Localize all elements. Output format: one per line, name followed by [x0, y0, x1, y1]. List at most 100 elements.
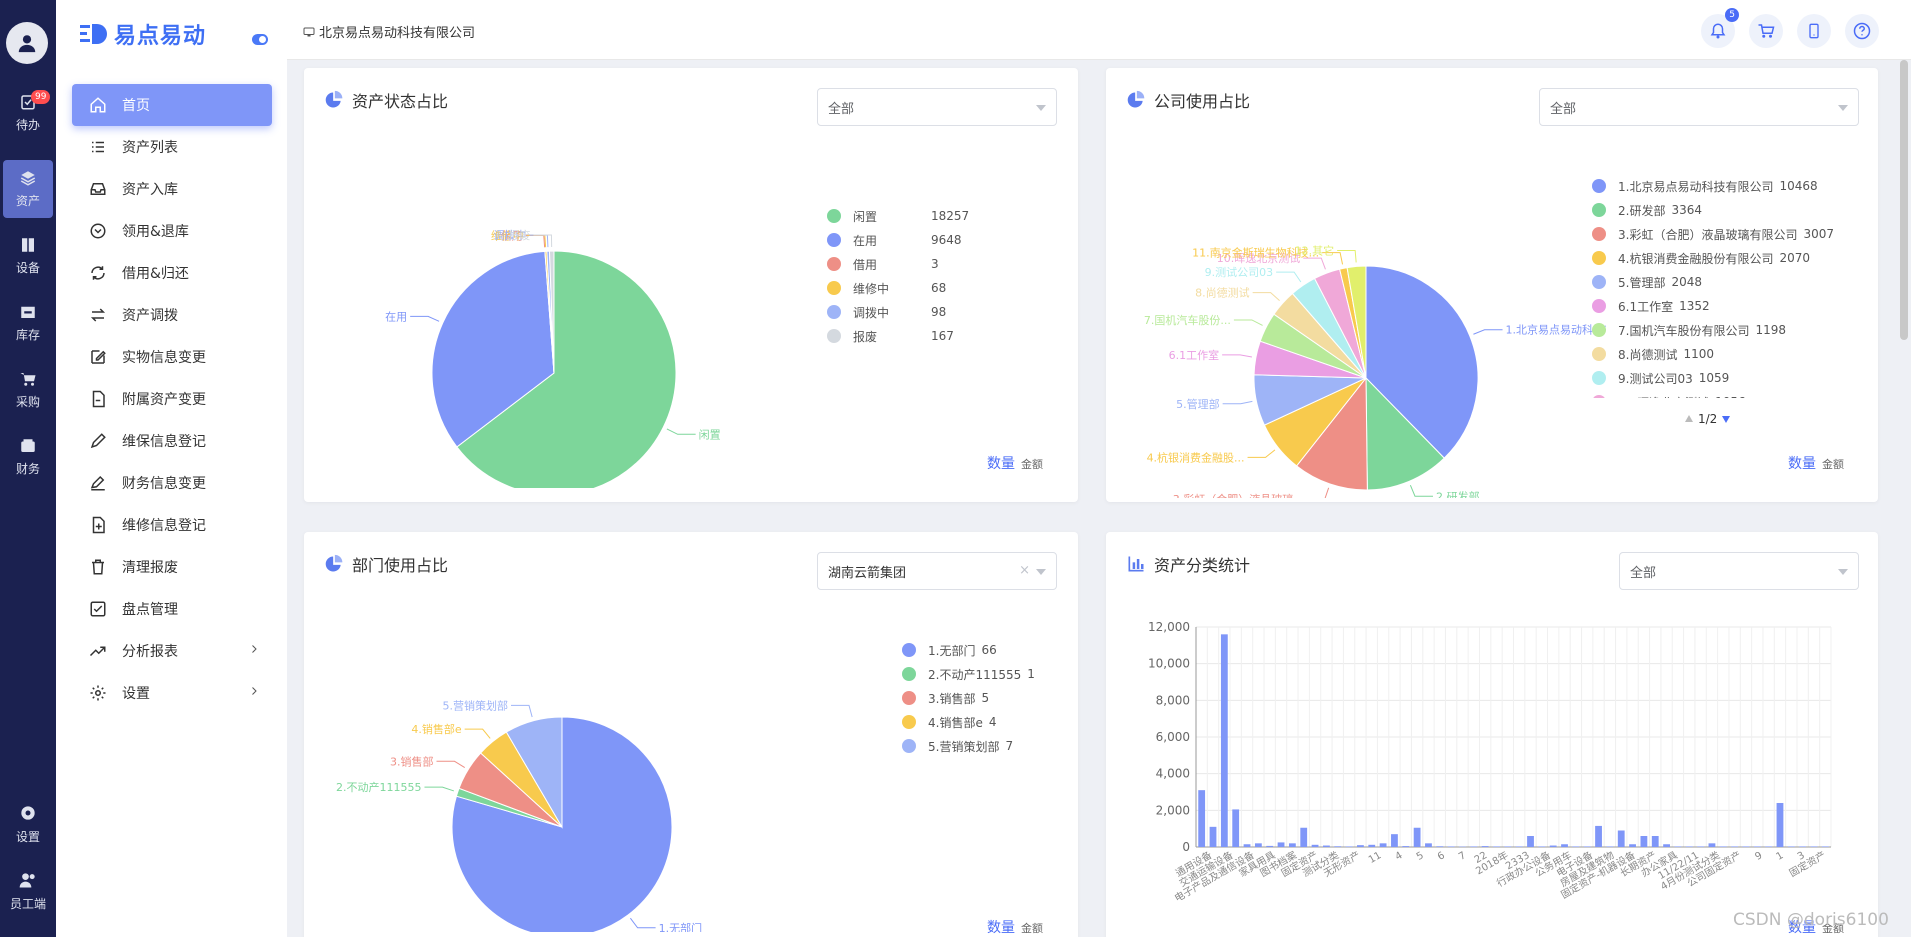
bar[interactable]	[1527, 836, 1534, 847]
legend-item[interactable]: 6.1工作室 1352	[1592, 294, 1834, 318]
brand-logo[interactable]: 易点易动	[80, 18, 206, 50]
legend-item[interactable]: 借用 3	[827, 252, 969, 276]
menu-item-1[interactable]: 资产列表	[72, 126, 272, 168]
legend-item[interactable]: 2.不动产111555 1	[902, 662, 1035, 686]
bar[interactable]	[1425, 843, 1432, 847]
bar[interactable]	[1504, 846, 1512, 847]
rail-item-todo[interactable]: 99 待办	[3, 84, 53, 142]
legend-item[interactable]: 8.尚德测试 1100	[1592, 342, 1834, 366]
legend-item[interactable]: 报废 167	[827, 324, 969, 348]
bar[interactable]	[1561, 844, 1568, 847]
dept-filter-select[interactable]: 湖南云箭集团 ×	[817, 552, 1057, 590]
legend-item[interactable]: 调拨中 98	[827, 300, 969, 324]
menu-item-3[interactable]: 领用&退库	[72, 210, 272, 252]
bar[interactable]	[1663, 844, 1670, 847]
legend-item[interactable]: 3.彩虹（合肥）液晶玻璃有限公司 3007	[1592, 222, 1834, 246]
bar[interactable]	[1753, 846, 1761, 847]
caret-up-icon[interactable]	[1684, 414, 1694, 424]
bar[interactable]	[1572, 846, 1580, 847]
bar[interactable]	[1470, 846, 1478, 847]
bar[interactable]	[1493, 846, 1500, 847]
bar[interactable]	[1266, 845, 1274, 847]
legend-item[interactable]: 1.无部门 66	[902, 638, 1035, 662]
bar[interactable]	[1447, 846, 1455, 847]
menu-item-2[interactable]: 资产入库	[72, 168, 272, 210]
bar[interactable]	[1719, 846, 1727, 847]
bar[interactable]	[1583, 846, 1591, 847]
menu-item-5[interactable]: 资产调拨	[72, 294, 272, 336]
rail-item-finance[interactable]: 财务	[3, 428, 53, 486]
bar[interactable]	[1243, 844, 1251, 847]
bar[interactable]	[1765, 846, 1773, 847]
bar[interactable]	[1810, 846, 1818, 847]
caret-down-icon[interactable]	[1721, 414, 1731, 424]
bar[interactable]	[1731, 846, 1739, 847]
menu-item-11[interactable]: 清理报废	[72, 546, 272, 588]
bar[interactable]	[1345, 846, 1353, 847]
bar[interactable]	[1697, 846, 1704, 847]
menu-item-8[interactable]: 维保信息登记	[72, 420, 272, 462]
bar[interactable]	[1776, 803, 1784, 847]
bar[interactable]	[1436, 846, 1444, 847]
bar[interactable]	[1617, 830, 1625, 848]
bar[interactable]	[1232, 809, 1240, 847]
menu-item-4[interactable]: 借用&归还	[72, 252, 272, 294]
menu-item-14[interactable]: 设置	[72, 672, 272, 714]
bar[interactable]	[1629, 844, 1636, 847]
legend-item[interactable]: 维修中 68	[827, 276, 969, 300]
bar[interactable]	[1538, 846, 1546, 847]
bar[interactable]	[1481, 846, 1489, 847]
cart-button[interactable]	[1749, 14, 1783, 48]
bar[interactable]	[1595, 825, 1602, 847]
menu-item-10[interactable]: 维修信息登记	[72, 504, 272, 546]
bar[interactable]	[1821, 846, 1829, 847]
bar[interactable]	[1674, 846, 1682, 847]
bar[interactable]	[1413, 827, 1421, 847]
legend-item[interactable]: 5.营销策划部 7	[902, 734, 1035, 758]
bar[interactable]	[1799, 846, 1807, 847]
bar[interactable]	[1209, 826, 1217, 847]
category-filter-select[interactable]: 全部	[1619, 552, 1859, 590]
metric-toggle[interactable]: 数量 金额	[1788, 453, 1844, 473]
legend-pager[interactable]: 1/2	[1684, 412, 1731, 426]
bar[interactable]	[1334, 846, 1342, 847]
metric-toggle[interactable]: 数量 金额	[987, 917, 1043, 937]
bar[interactable]	[1391, 834, 1398, 847]
notification-button[interactable]: 5	[1701, 8, 1739, 48]
bar[interactable]	[1787, 846, 1795, 847]
rail-item-purchase[interactable]: 采购	[3, 361, 53, 419]
bar[interactable]	[1651, 836, 1659, 847]
avatar[interactable]	[6, 22, 48, 64]
bar[interactable]	[1311, 844, 1319, 847]
rail-item-device[interactable]: 设备	[3, 227, 53, 285]
company-switcher[interactable]: 北京易点易动科技有限公司	[303, 22, 475, 41]
menu-item-7[interactable]: 附属资产变更	[72, 378, 272, 420]
legend-item[interactable]: 9.测试公司03 1059	[1592, 366, 1834, 390]
page-scrollbar[interactable]	[1900, 60, 1908, 340]
status-filter-select[interactable]: 全部	[817, 88, 1057, 126]
help-button[interactable]	[1845, 14, 1879, 48]
bar[interactable]	[1323, 845, 1330, 847]
legend-item[interactable]: 3.销售部 5	[902, 686, 1035, 710]
bar[interactable]	[1379, 843, 1387, 847]
bar[interactable]	[1685, 846, 1693, 847]
bar[interactable]	[1277, 842, 1285, 847]
rail-item-settings[interactable]: 设置	[3, 795, 53, 853]
metric-toggle[interactable]: 数量 金额	[987, 453, 1043, 473]
company-filter-select[interactable]: 全部	[1539, 88, 1859, 126]
bar[interactable]	[1220, 634, 1228, 847]
bar[interactable]	[1640, 836, 1648, 847]
bar[interactable]	[1402, 846, 1410, 847]
legend-item[interactable]: 7.国机汽车股份有限公司 1198	[1592, 318, 1834, 342]
menu-item-13[interactable]: 分析报表	[72, 630, 272, 672]
menu-item-9[interactable]: 财务信息变更	[72, 462, 272, 504]
bar[interactable]	[1300, 827, 1308, 847]
legend-item[interactable]: 10.晖逸北京测试 1056	[1592, 390, 1834, 398]
bar[interactable]	[1357, 845, 1364, 847]
rail-item-inventory[interactable]: 库存	[3, 294, 53, 352]
legend-item[interactable]: 4.销售部e 4	[902, 710, 1035, 734]
legend-item[interactable]: 闲置 18257	[827, 204, 969, 228]
menu-item-0[interactable]: 首页	[72, 84, 272, 126]
bar[interactable]	[1198, 790, 1206, 847]
legend-item[interactable]: 在用 9648	[827, 228, 969, 252]
